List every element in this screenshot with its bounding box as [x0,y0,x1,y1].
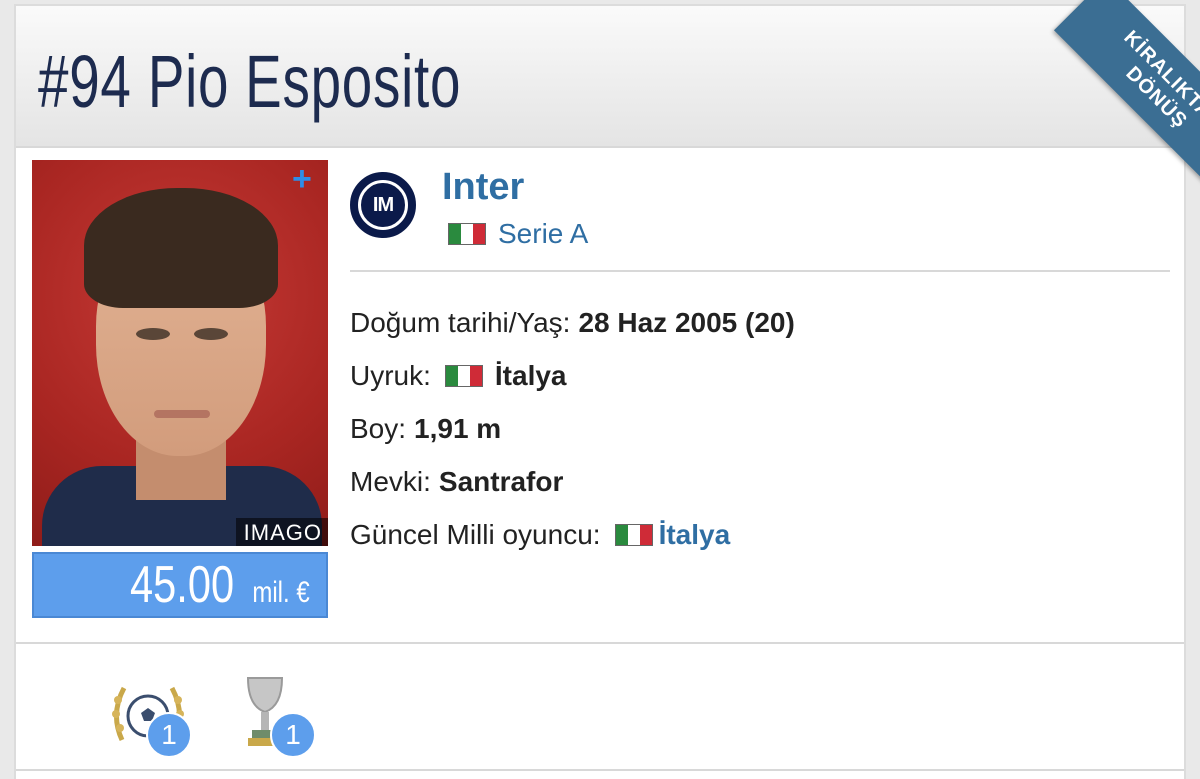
photo-eye-right [194,328,228,340]
market-value-amount: 45.00 [129,556,234,614]
award-count-badge: 1 [270,712,316,758]
player-photo[interactable]: IMAGO [32,160,328,546]
italy-flag-icon [614,523,653,546]
league-link[interactable]: Serie A [448,218,588,250]
fact-national-team: Güncel Milli oyuncu: İtalya [350,508,795,561]
photo-mouth [154,410,210,418]
award-cup[interactable]: 1 [232,670,316,758]
fact-position: Mevki: Santrafor [350,455,795,508]
page-title: #94 Pio Esposito [38,38,461,126]
fact-nationality-label: Uyruk: [350,359,431,391]
player-facts: Doğum tarihi/Yaş: 28 Haz 2005 (20) Uyruk… [350,296,795,561]
player-header: #94 Pio Esposito [16,6,1184,148]
player-name: Pio Esposito [147,40,462,123]
fact-height: Boy: 1,91 m [350,402,795,455]
fact-birth-label: Doğum tarihi/Yaş: [350,306,571,338]
photo-credit: IMAGO [235,518,328,546]
awards-bar: 1 1 [16,644,1184,771]
photo-eye-left [136,328,170,340]
club-name-link[interactable]: Inter [442,166,524,209]
plus-icon[interactable]: + [292,162,312,196]
player-info-box: IMAGO + 45.00 mil. € IM Inter Serie A Do… [16,148,1184,644]
fact-position-value: Santrafor [438,465,564,497]
market-value-unit: mil. € [252,576,310,609]
fact-height-value: 1,91 m [414,412,502,444]
award-count-badge: 1 [146,712,192,758]
fact-nationality: Uyruk: İtalya [350,349,795,402]
league-name: Serie A [498,218,589,249]
italy-flag-icon [444,364,483,387]
italy-flag-icon [448,223,486,245]
fact-nationality-value: İtalya [494,359,567,391]
fact-national-label: Güncel Milli oyuncu: [350,518,601,550]
fact-birth: Doğum tarihi/Yaş: 28 Haz 2005 (20) [350,296,795,349]
fact-birth-value: 28 Haz 2005 (20) [578,306,795,338]
fact-height-label: Boy: [350,412,407,444]
inter-logo-ring: IM [358,180,408,230]
player-card: #94 Pio Esposito IMAGO + 45.00 mil. € IM … [14,4,1186,779]
national-team-link[interactable]: İtalya [659,516,731,554]
market-value-box[interactable]: 45.00 mil. € [32,552,328,618]
inter-logo-icon[interactable]: IM [350,172,416,238]
award-laurel[interactable]: 1 [108,670,192,758]
fact-position-label: Mevki: [350,465,431,497]
shirt-number: #94 [38,40,132,123]
divider [350,270,1170,272]
photo-hair [84,188,278,308]
